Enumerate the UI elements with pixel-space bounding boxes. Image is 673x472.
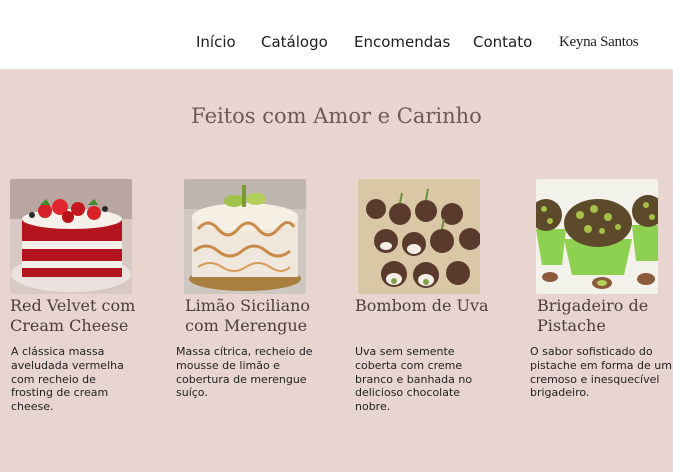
nav-link-encomendas[interactable]: Encomendas bbox=[354, 33, 450, 51]
nav-link-contato[interactable]: Contato bbox=[473, 33, 532, 51]
red-velvet-cake-photo[interactable] bbox=[10, 179, 132, 294]
product-description-red-velvet: A clássica massa aveludada vermelha com … bbox=[11, 345, 124, 414]
product-title-bombom-de-uva: Bombom de Uva bbox=[355, 296, 489, 315]
pistachio-brigadeiro-photo[interactable] bbox=[536, 179, 658, 294]
grape-bonbon-photo[interactable] bbox=[358, 179, 480, 294]
product-title-brigadeiro-de-pistache: Brigadeiro de Pistache bbox=[537, 296, 649, 335]
product-description-brigadeiro-de-pistache: O sabor sofisticado do pistache em forma… bbox=[530, 345, 672, 400]
nav-link-inicio[interactable]: Início bbox=[196, 33, 236, 51]
brand-logo[interactable]: Keyna Santos bbox=[559, 34, 639, 51]
section-title: Feitos com Amor e Carinho bbox=[191, 104, 482, 128]
lemon-meringue-cake-photo[interactable] bbox=[184, 179, 306, 294]
product-title-red-velvet: Red Velvet com Cream Cheese bbox=[10, 296, 136, 335]
product-description-limao-siciliano: Massa cítrica, recheio de mousse de limã… bbox=[176, 345, 313, 400]
nav-link-catalogo[interactable]: Catálogo bbox=[261, 33, 328, 51]
product-description-bombom-de-uva: Uva sem semente coberta com creme branco… bbox=[355, 345, 473, 414]
top-navigation-bar: Início Catálogo Encomendas Contato Keyna… bbox=[0, 0, 673, 70]
product-title-limao-siciliano: Limão Siciliano com Merengue bbox=[185, 296, 311, 335]
